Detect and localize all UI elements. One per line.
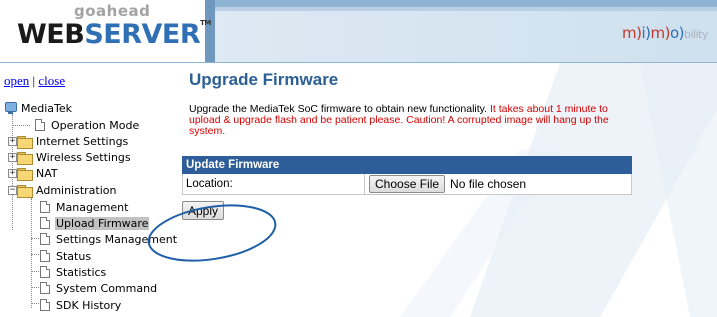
tree-item-label: Administration bbox=[36, 183, 117, 197]
tree-item-label: Management bbox=[56, 200, 129, 214]
open-link[interactable]: open bbox=[4, 73, 29, 88]
page-icon bbox=[40, 250, 50, 262]
brand-m2: m) bbox=[650, 24, 671, 42]
tree-root-label: MediaTek bbox=[21, 101, 73, 115]
page-icon bbox=[40, 282, 50, 294]
header-stripe bbox=[215, 7, 717, 11]
tree-item-label: Operation Mode bbox=[51, 118, 140, 132]
tree-connector bbox=[12, 125, 30, 126]
tree-item-label: Wireless Settings bbox=[36, 150, 131, 164]
header-stripe bbox=[215, 0, 717, 7]
tree-connector bbox=[31, 287, 39, 288]
tree-item-operation-mode[interactable]: Operation Mode bbox=[35, 117, 140, 133]
tree-connector bbox=[31, 238, 39, 239]
brand-o: o) bbox=[669, 24, 685, 42]
tree-connector bbox=[31, 303, 39, 304]
tree-item-management[interactable]: Management bbox=[40, 199, 129, 215]
file-input: Choose File No file chosen bbox=[365, 174, 631, 194]
collapse-icon[interactable]: − bbox=[8, 186, 17, 195]
update-firmware-table: Update Firmware Location: Choose File No… bbox=[182, 156, 632, 195]
logo-goahead: goahead bbox=[74, 2, 151, 20]
page-title: Upgrade Firmware bbox=[189, 70, 339, 89]
tree-item-internet-settings[interactable]: Internet Settings bbox=[17, 133, 129, 149]
folder-icon bbox=[17, 167, 33, 181]
tree-item-label: NAT bbox=[36, 166, 58, 180]
tree-item-status[interactable]: Status bbox=[40, 248, 92, 264]
page-icon bbox=[40, 233, 50, 245]
expand-icon[interactable]: + bbox=[8, 153, 17, 162]
location-label: Location: bbox=[183, 174, 365, 194]
logo-trademark: TM bbox=[200, 19, 211, 27]
tree-item-label: System Command bbox=[56, 281, 158, 295]
tree-item-label: Internet Settings bbox=[36, 134, 129, 148]
no-file-chosen-text: No file chosen bbox=[450, 177, 527, 191]
page-icon bbox=[35, 119, 45, 131]
apply-button[interactable]: Apply bbox=[182, 201, 225, 220]
logo-server-text: SERVER bbox=[84, 19, 201, 50]
page-icon bbox=[40, 217, 50, 229]
tree-item-label-selected: Upload Firmware bbox=[55, 216, 150, 230]
tree-item-statistics[interactable]: Statistics bbox=[40, 264, 107, 280]
tree-item-label: Settings Management bbox=[56, 232, 178, 246]
folder-icon bbox=[17, 151, 33, 165]
tree-item-settings-management[interactable]: Settings Management bbox=[40, 231, 178, 247]
page-icon bbox=[40, 299, 50, 311]
table-row: Location: Choose File No file chosen bbox=[182, 174, 632, 195]
tree-item-label: Status bbox=[56, 249, 92, 263]
tree-connector bbox=[31, 254, 39, 255]
logo-webserver: WEBSERVERTM bbox=[17, 19, 211, 50]
page-icon bbox=[40, 201, 50, 213]
folder-icon bbox=[17, 135, 33, 149]
tree-item-administration[interactable]: Administration bbox=[17, 182, 118, 198]
tree-item-system-command[interactable]: System Command bbox=[40, 280, 158, 296]
tree-connector bbox=[31, 271, 39, 272]
tree-item-sdk-history[interactable]: SDK History bbox=[40, 297, 122, 313]
brand-i: i) bbox=[641, 24, 651, 42]
expand-icon[interactable]: + bbox=[8, 137, 17, 146]
header-banner: goahead WEBSERVERTM m)i)m)o)bility bbox=[0, 0, 717, 63]
tree-item-nat[interactable]: NAT bbox=[17, 165, 59, 181]
tree-connector bbox=[31, 198, 32, 308]
header-divider bbox=[0, 62, 717, 63]
close-link[interactable]: close bbox=[38, 73, 65, 88]
expand-icon[interactable]: + bbox=[8, 169, 17, 178]
choose-file-button[interactable]: Choose File bbox=[369, 175, 446, 193]
computer-icon bbox=[5, 102, 17, 114]
open-folder-icon bbox=[17, 184, 33, 198]
brand-logo: m)i)m)o)bility bbox=[622, 24, 708, 42]
brand-m1: m) bbox=[622, 24, 642, 42]
page-description: Upgrade the MediaTek SoC firmware to obt… bbox=[189, 104, 639, 137]
tree-item-wireless-settings[interactable]: Wireless Settings bbox=[17, 149, 132, 165]
tree-root[interactable]: MediaTek bbox=[5, 100, 73, 116]
table-header: Update Firmware bbox=[182, 156, 632, 174]
brand-bility: bility bbox=[684, 28, 708, 41]
logo-web-text: WEB bbox=[17, 19, 85, 50]
tree-item-upload-firmware[interactable]: Upload Firmware bbox=[40, 215, 150, 231]
tree-item-label: Statistics bbox=[56, 265, 107, 279]
tree-item-label: SDK History bbox=[56, 298, 122, 312]
tree-open-close: open | close bbox=[4, 73, 65, 89]
page-icon bbox=[40, 266, 50, 278]
